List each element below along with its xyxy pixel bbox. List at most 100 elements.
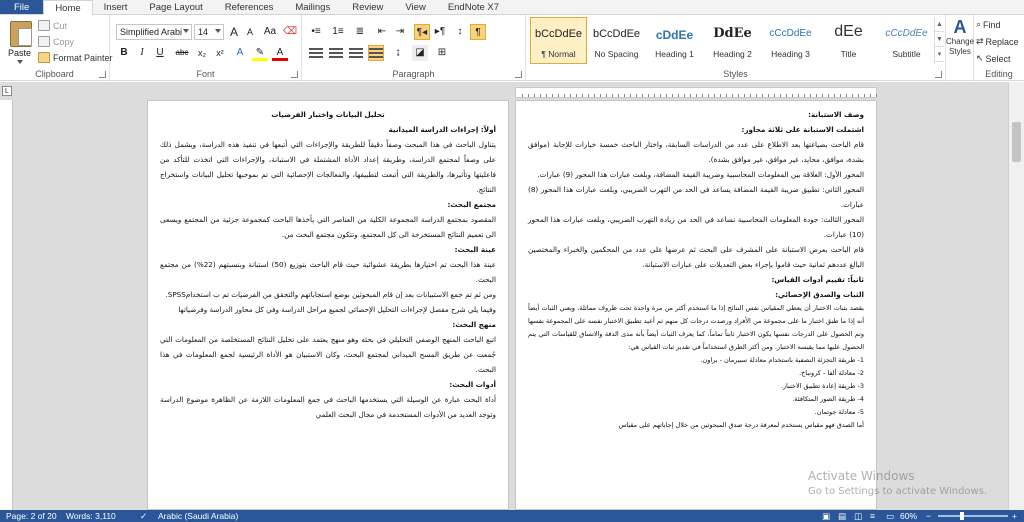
superscript-button[interactable]: x² bbox=[212, 45, 228, 61]
copy-button[interactable]: Copy bbox=[38, 36, 74, 47]
draft-icon[interactable]: ▭ bbox=[886, 510, 894, 522]
tab-mailings[interactable]: Mailings bbox=[284, 0, 341, 14]
outline-icon[interactable]: ≡ bbox=[870, 510, 875, 522]
ruler-tick bbox=[612, 94, 613, 97]
highlight-icon[interactable]: ✎ bbox=[252, 45, 268, 61]
page-count[interactable]: Page: 2 of 20 bbox=[6, 510, 57, 522]
shrink-font-button[interactable]: A bbox=[242, 24, 258, 40]
zoom-slider-thumb[interactable] bbox=[960, 512, 964, 520]
document-page-left[interactable]: تحليل البيانات واختبار الفرضيات أولاً: إج… bbox=[147, 100, 509, 510]
text-effects-icon[interactable]: A bbox=[232, 45, 248, 61]
horizontal-ruler[interactable] bbox=[515, 87, 877, 98]
tab-view[interactable]: View bbox=[394, 0, 436, 14]
select-button[interactable]: ↖ Select bbox=[976, 53, 1011, 64]
zoom-in-icon[interactable]: + bbox=[1012, 510, 1017, 522]
ruler-tick bbox=[528, 94, 529, 97]
ruler-tick bbox=[588, 94, 589, 97]
style-title[interactable]: dEe Title bbox=[820, 17, 877, 64]
print-layout-icon[interactable]: ▣ bbox=[822, 510, 830, 522]
web-layout-icon[interactable]: ◫ bbox=[854, 510, 862, 522]
cut-button[interactable]: Cut bbox=[38, 20, 67, 31]
language-indicator[interactable]: Arabic (Saudi Arabia) bbox=[158, 510, 238, 522]
tab-page-layout[interactable]: Page Layout bbox=[138, 0, 213, 14]
replace-button[interactable]: ⇄ Replace bbox=[976, 36, 1019, 47]
tab-file[interactable]: File bbox=[0, 0, 44, 14]
document-page-right[interactable]: وصف الاستبانة: اشتملت الاستبانة على ثلاثة… bbox=[515, 100, 877, 510]
ruler-tick bbox=[666, 94, 667, 97]
paragraph: مجتمع البحث: bbox=[447, 200, 496, 209]
line-spacing-icon[interactable]: ↨ bbox=[390, 45, 406, 61]
align-left-icon[interactable] bbox=[308, 45, 324, 61]
italic-button[interactable]: I bbox=[134, 45, 150, 61]
increase-indent-icon[interactable]: ⇥ bbox=[392, 24, 408, 40]
bold-button[interactable]: B bbox=[116, 45, 132, 61]
style-normal[interactable]: bCcDdEe ¶ Normal bbox=[530, 17, 587, 64]
chevron-up-icon[interactable]: ▲ bbox=[935, 17, 944, 32]
change-styles-label: Change Styles bbox=[946, 37, 975, 56]
numbering-icon[interactable]: 1≡ bbox=[330, 24, 346, 40]
bullets-icon[interactable]: •≡ bbox=[308, 24, 324, 40]
font-color-icon[interactable]: A bbox=[272, 45, 288, 61]
proofing-icon[interactable]: ✓ bbox=[140, 510, 147, 522]
zoom-out-icon[interactable]: − bbox=[926, 510, 931, 522]
style-heading-3[interactable]: cCcDdEe Heading 3 bbox=[762, 17, 819, 64]
scrollbar-thumb[interactable] bbox=[1012, 122, 1021, 162]
strikethrough-button[interactable]: abc bbox=[172, 45, 192, 61]
chevron-down-icon[interactable]: ▼ bbox=[935, 32, 944, 47]
full-screen-icon[interactable]: ▤ bbox=[838, 510, 846, 522]
vertical-ruler[interactable] bbox=[0, 100, 13, 510]
align-right-icon[interactable] bbox=[348, 45, 364, 61]
paste-button[interactable]: Paste bbox=[2, 17, 36, 65]
styles-launcher-icon[interactable] bbox=[935, 71, 942, 78]
tab-selector-icon[interactable]: L bbox=[2, 86, 12, 96]
show-marks-button[interactable]: ¶ bbox=[470, 24, 486, 40]
paragraph: عينة هذا البحث تم اختيارها بطريقة عشوائي… bbox=[160, 260, 496, 284]
style-heading-1[interactable]: cDdEe Heading 1 bbox=[646, 17, 703, 64]
find-button[interactable]: ⌕ Find bbox=[976, 19, 1001, 30]
clear-formatting-icon[interactable]: ⌫ bbox=[282, 24, 298, 40]
align-center-icon[interactable] bbox=[328, 45, 344, 61]
font-launcher-icon[interactable] bbox=[291, 71, 298, 78]
font-size-select[interactable]: 14 bbox=[194, 24, 224, 40]
multilevel-list-icon[interactable]: ≣ bbox=[352, 24, 368, 40]
tab-review[interactable]: Review bbox=[341, 0, 394, 14]
format-painter-button[interactable]: Format Painter bbox=[38, 52, 113, 63]
font-family-select[interactable]: Simplified Arabi bbox=[116, 24, 192, 40]
zoom-level[interactable]: 60% bbox=[900, 510, 917, 522]
ruler-tick bbox=[834, 94, 835, 97]
more-icon[interactable]: ▾ bbox=[935, 47, 944, 62]
rtl-direction-icon[interactable]: ¶◂ bbox=[414, 24, 430, 40]
styles-scroll[interactable]: ▲ ▼ ▾ bbox=[934, 17, 944, 64]
zoom-slider[interactable] bbox=[938, 515, 1008, 517]
ruler-tick bbox=[774, 94, 775, 97]
ruler-tick bbox=[576, 94, 577, 97]
borders-icon[interactable]: ⊞ bbox=[434, 45, 450, 61]
shading-icon[interactable]: ◪ bbox=[412, 45, 428, 61]
status-bar: Page: 2 of 20 Words: 3,110 ✓ Arabic (Sau… bbox=[0, 510, 1024, 522]
style-subtitle[interactable]: cCcDdEe Subtitle bbox=[878, 17, 935, 64]
sort-icon[interactable]: ↕ bbox=[452, 24, 468, 40]
word-count[interactable]: Words: 3,110 bbox=[66, 510, 116, 522]
underline-button[interactable]: U bbox=[152, 45, 168, 61]
ruler-tick bbox=[810, 94, 811, 97]
tab-home[interactable]: Home bbox=[43, 0, 93, 16]
justify-icon[interactable] bbox=[368, 45, 384, 61]
clipboard-group: Paste Cut Copy Format Painter Clipboard bbox=[0, 15, 113, 81]
decrease-indent-icon[interactable]: ⇤ bbox=[374, 24, 390, 40]
tab-insert[interactable]: Insert bbox=[93, 0, 139, 14]
style-no-spacing[interactable]: bCcDdEe No Spacing bbox=[588, 17, 645, 64]
tab-references[interactable]: References bbox=[214, 0, 285, 14]
style-heading-2[interactable]: DdEe Heading 2 bbox=[704, 17, 761, 64]
tab-endnote[interactable]: EndNote X7 bbox=[437, 0, 510, 14]
ltr-direction-icon[interactable]: ▸¶ bbox=[432, 24, 448, 40]
clipboard-launcher-icon[interactable] bbox=[99, 71, 106, 78]
change-case-button[interactable]: Aa bbox=[260, 24, 280, 40]
subscript-button[interactable]: x₂ bbox=[194, 45, 210, 61]
ruler-tick bbox=[768, 94, 769, 97]
vertical-scrollbar[interactable] bbox=[1008, 82, 1024, 510]
change-styles-button[interactable]: A Change Styles bbox=[946, 17, 974, 67]
paragraph-launcher-icon[interactable] bbox=[515, 71, 522, 78]
paragraph: 3- طريقة إعادة تطبيق الاختبار. bbox=[780, 382, 864, 390]
paragraph: أداة البحث عبارة عن الوسيلة التي يستخدمه… bbox=[160, 395, 496, 419]
grow-font-button[interactable]: A bbox=[226, 24, 242, 40]
